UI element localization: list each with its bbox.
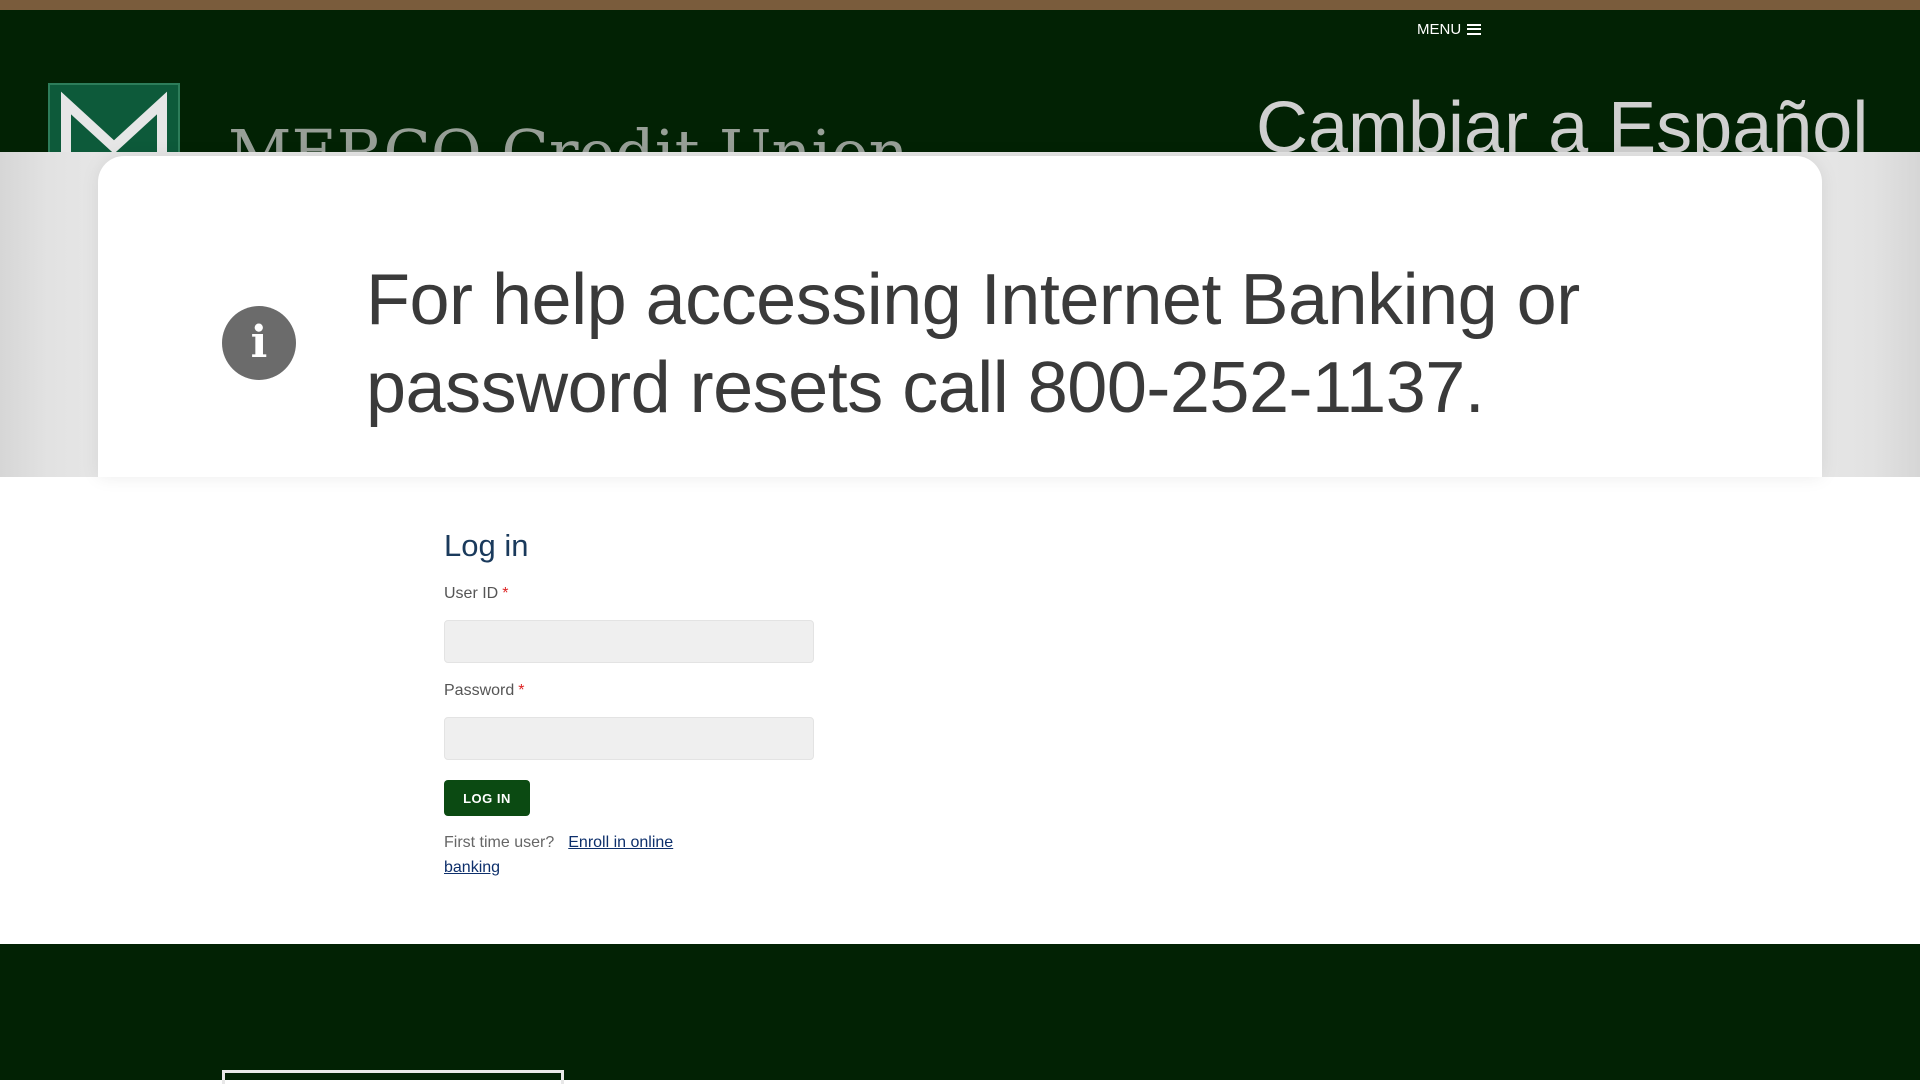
required-marker: * <box>518 682 525 699</box>
first-time-user-row: First time user? Enroll in online banking <box>444 830 684 880</box>
required-marker: * <box>502 585 509 602</box>
login-title: Log in <box>444 528 529 563</box>
hamburger-icon <box>1467 23 1482 35</box>
user-id-label: User ID * <box>444 585 509 602</box>
info-icon: i <box>222 306 296 380</box>
logo-wordmark: MERCO Credit Union <box>228 122 909 152</box>
site-footer <box>0 944 1920 1080</box>
first-time-text: First time user? <box>444 834 555 851</box>
language-toggle-link[interactable]: Cambiar a Español <box>1256 86 1868 152</box>
password-input[interactable] <box>444 717 814 760</box>
login-button[interactable]: LOG IN <box>444 780 530 816</box>
menu-button[interactable]: MENU <box>1417 10 1482 48</box>
top-accent-strip <box>0 0 1920 10</box>
login-form: Log in User ID * Password * LOG IN First t… <box>444 526 844 880</box>
logo-icon[interactable] <box>48 83 180 163</box>
password-label: Password * <box>444 682 525 699</box>
footer-badge <box>222 1070 564 1084</box>
user-id-input[interactable] <box>444 620 814 663</box>
menu-label: MENU <box>1417 20 1462 38</box>
notice-message: For help accessing Internet Banking or p… <box>366 260 1580 428</box>
